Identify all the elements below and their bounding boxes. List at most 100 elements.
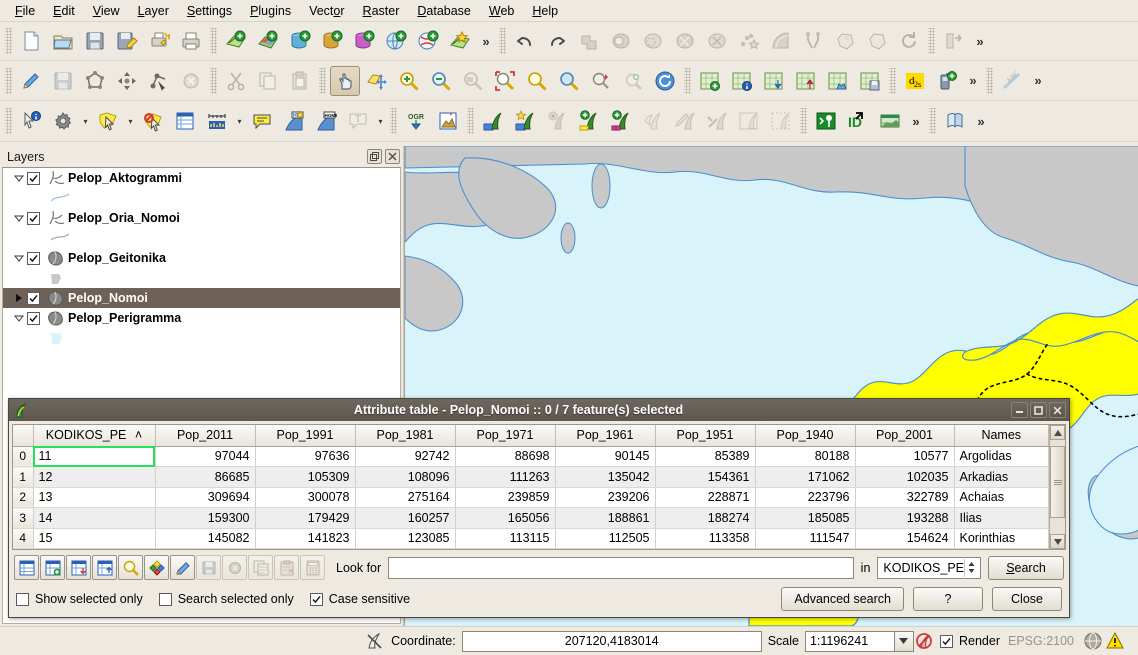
feature-table[interactable]: KODIKOS_PE ˄ Pop_2011 Pop_1991 Pop_1981 … xyxy=(13,425,1049,549)
copy-features-icon[interactable] xyxy=(253,66,283,96)
table-cell[interactable]: Arkadias xyxy=(954,466,1049,488)
field-calculator-icon[interactable] xyxy=(300,555,325,580)
toolbar-grip[interactable] xyxy=(800,108,807,134)
toolbar-overflow-button[interactable]: » xyxy=(971,106,991,136)
show-bookmarks-icon[interactable] xyxy=(727,66,757,96)
zoom-to-layer-icon[interactable] xyxy=(554,66,584,96)
close-panel-icon[interactable] xyxy=(385,149,400,164)
new-field-icon[interactable] xyxy=(92,555,117,580)
annotation-icon[interactable] xyxy=(247,106,277,136)
table-vertical-scrollbar[interactable] xyxy=(1049,425,1065,549)
show-selected-only-checkbox[interactable]: Show selected only xyxy=(16,592,143,606)
menu-help[interactable]: Help xyxy=(523,2,567,20)
column-header-pop-2001[interactable]: Pop_2001 xyxy=(855,425,955,447)
row-header-corner[interactable] xyxy=(13,425,34,447)
table-cell[interactable]: 111547 xyxy=(755,528,856,549)
open-project-icon[interactable] xyxy=(48,26,78,56)
save-edits-icon[interactable] xyxy=(196,555,221,580)
table-cell[interactable]: 11 xyxy=(33,446,156,467)
buffer-icon[interactable] xyxy=(766,26,796,56)
float-panel-icon[interactable] xyxy=(367,149,382,164)
invert-selection-icon[interactable] xyxy=(222,555,247,580)
table-cell[interactable]: 300078 xyxy=(255,487,356,508)
new-bookmark-icon[interactable] xyxy=(695,66,725,96)
toolbar-grip[interactable] xyxy=(210,67,217,94)
field-selector-dropdown[interactable]: KODIKOS_PE xyxy=(877,556,981,579)
ogr-converter-icon[interactable]: OGR xyxy=(401,106,431,136)
table-cell[interactable]: 90145 xyxy=(555,446,656,467)
row-number[interactable]: 4 xyxy=(13,528,34,549)
d2s-icon[interactable]: d2s xyxy=(900,66,930,96)
toolbar-overflow-button[interactable]: » xyxy=(1028,66,1048,96)
save-project-icon[interactable] xyxy=(80,26,110,56)
eliminate-icon[interactable] xyxy=(830,26,860,56)
identify-features-icon[interactable] xyxy=(16,106,46,136)
pan-map-icon[interactable] xyxy=(330,65,360,96)
merge-icon[interactable] xyxy=(939,26,969,56)
add-mssql-layer-icon[interactable] xyxy=(349,26,379,56)
scrollbar-thumb[interactable] xyxy=(1050,446,1065,518)
zoom-next-icon[interactable] xyxy=(618,66,648,96)
scroll-up-icon[interactable] xyxy=(1050,425,1065,440)
scrollbar-track[interactable] xyxy=(1050,440,1065,534)
toolbar-grip[interactable] xyxy=(986,67,993,94)
georeferencer-icon[interactable] xyxy=(433,106,463,136)
grass-new-mapset-icon[interactable] xyxy=(510,106,540,136)
grass-tools-icon[interactable] xyxy=(702,106,732,136)
menu-database[interactable]: Database xyxy=(408,2,480,20)
toolbar-grip[interactable] xyxy=(5,28,12,54)
layer-item-pelop-aktogrammi[interactable]: Pelop_Aktogrammi xyxy=(3,168,400,188)
symmetrical-difference-icon[interactable] xyxy=(670,26,700,56)
row-number[interactable]: 1 xyxy=(13,466,34,488)
table-cell[interactable]: 159300 xyxy=(155,507,256,529)
table-cell[interactable]: 13 xyxy=(33,487,156,508)
look-for-input[interactable] xyxy=(388,556,854,579)
table-cell[interactable]: 154361 xyxy=(655,466,756,488)
table-cell[interactable]: Argolidas xyxy=(954,446,1049,467)
search-selected-only-checkbox[interactable]: Search selected only xyxy=(158,592,294,606)
difference-icon[interactable] xyxy=(638,26,668,56)
table-cell[interactable]: 108096 xyxy=(355,466,456,488)
table-row[interactable]: 2 13 309694 300078 275164 239859 239206 … xyxy=(13,487,1049,508)
delete-selected-icon[interactable] xyxy=(176,66,206,96)
menu-edit[interactable]: Edit xyxy=(44,2,84,20)
html-annotation-icon[interactable]: HD xyxy=(279,106,309,136)
zoom-to-selection-icon[interactable] xyxy=(522,66,552,96)
attribute-table-titlebar[interactable]: Attribute table - Pelop_Nomoi :: 0 / 7 f… xyxy=(9,399,1069,421)
edit-icon[interactable] xyxy=(170,555,195,580)
column-header-names[interactable]: Names xyxy=(954,425,1049,447)
table-cell[interactable]: 123085 xyxy=(355,528,456,549)
copy-selected-icon[interactable] xyxy=(248,555,273,580)
advanced-search-button[interactable]: Advanced search xyxy=(781,587,904,611)
menu-layer[interactable]: Layer xyxy=(129,2,178,20)
layer-visibility-checkbox[interactable] xyxy=(27,311,40,325)
openlayers-icon[interactable] xyxy=(940,106,970,136)
add-postgis-layer-icon[interactable] xyxy=(285,26,315,56)
new-project-icon[interactable] xyxy=(16,26,46,56)
add-feature-icon[interactable] xyxy=(80,66,110,96)
table-cell[interactable]: 111263 xyxy=(455,466,556,488)
move-selection-to-top-icon[interactable] xyxy=(144,555,169,580)
menu-settings[interactable]: Settings xyxy=(178,2,241,20)
convex-hull-icon[interactable] xyxy=(734,26,764,56)
toolbar-overflow-button[interactable]: » xyxy=(476,26,496,56)
toolbar-grip[interactable] xyxy=(499,28,506,54)
add-vector-layer-icon[interactable] xyxy=(221,26,251,56)
layer-item-pelop-oria-nomoi[interactable]: Pelop_Oria_Nomoi xyxy=(3,208,400,228)
new-column-icon[interactable] xyxy=(40,555,65,580)
text-annotation-icon[interactable]: T xyxy=(343,106,373,136)
expand-arrow-icon[interactable] xyxy=(11,170,27,186)
table-cell[interactable]: 10577 xyxy=(855,446,955,467)
column-header-pop-2011[interactable]: Pop_2011 xyxy=(155,425,256,447)
simplify-icon[interactable] xyxy=(862,26,892,56)
measure-line-icon[interactable] xyxy=(202,106,232,136)
table-cell[interactable]: 275164 xyxy=(355,487,456,508)
warning-messages-icon[interactable] xyxy=(1104,632,1126,650)
add-spatialite-layer-icon[interactable] xyxy=(317,26,347,56)
clip-icon[interactable] xyxy=(606,26,636,56)
toolbar-grip[interactable] xyxy=(210,28,217,54)
table-row[interactable]: 3 14 159300 179429 160257 165056 188861 … xyxy=(13,507,1049,529)
table-cell[interactable]: 12 xyxy=(33,466,156,488)
select-features-icon[interactable] xyxy=(93,106,123,136)
chevron-down-icon[interactable]: ▾ xyxy=(374,106,387,136)
